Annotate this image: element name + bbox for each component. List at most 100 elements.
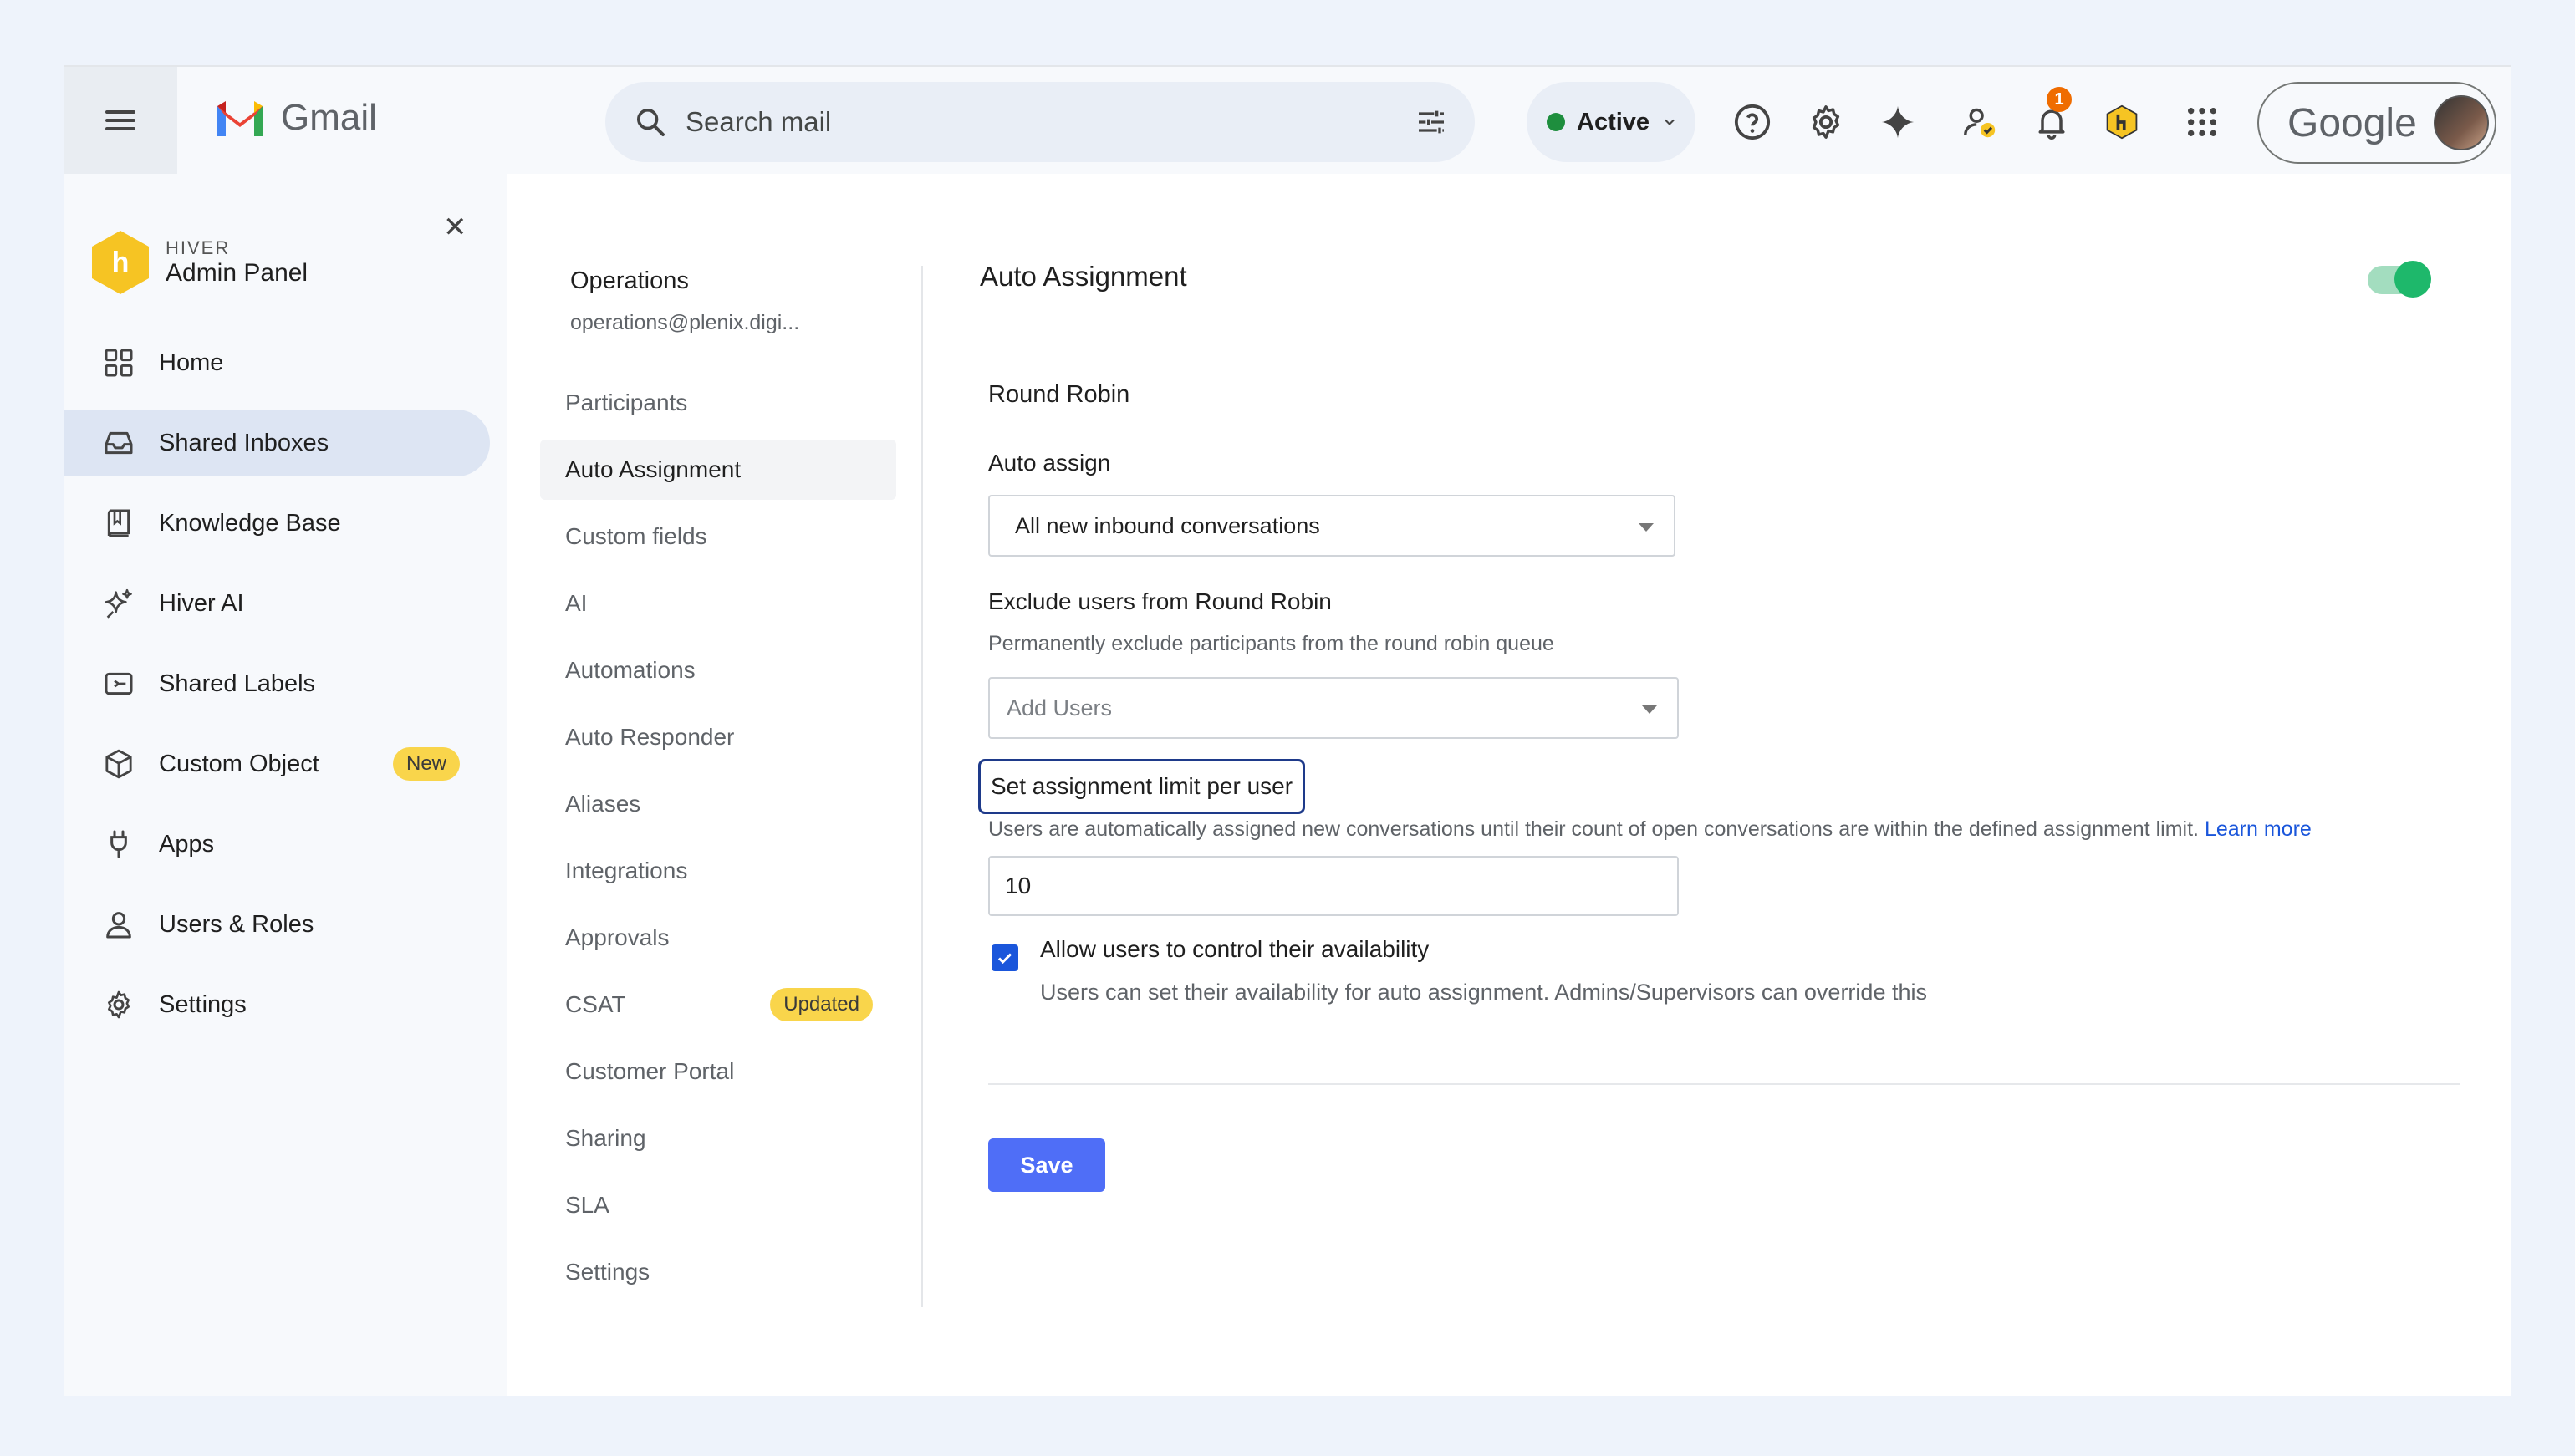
- auto-assign-select[interactable]: All new inbound conversations: [988, 495, 1675, 557]
- status-dot: [1547, 113, 1565, 131]
- page-title: Auto Assignment: [980, 261, 1187, 292]
- apps-grid-icon: [2188, 108, 2216, 136]
- assignment-limit-hint-text: Users are automatically assigned new con…: [988, 817, 2199, 841]
- admin-nav-shared-labels[interactable]: Shared Labels: [64, 650, 490, 717]
- admin-nav-apps[interactable]: Apps: [64, 811, 490, 878]
- sparkle-icon: [1881, 105, 1915, 139]
- inbox-menu-sla[interactable]: SLA: [540, 1175, 896, 1235]
- notifications-button[interactable]: 1: [2028, 87, 2075, 145]
- inbox-menu-approvals[interactable]: Approvals: [540, 908, 896, 968]
- admin-brand: h HIVER Admin Panel: [92, 231, 308, 294]
- assignment-limit-label[interactable]: Set assignment limit per user: [978, 759, 1306, 814]
- inbox-menu-ai[interactable]: AI: [540, 573, 896, 634]
- user-icon: [106, 912, 131, 939]
- admin-nav-shared-inboxes[interactable]: Shared Inboxes: [64, 410, 490, 476]
- label-icon: [105, 672, 133, 695]
- admin-nav-label: Apps: [159, 830, 215, 858]
- inbox-menu-settings[interactable]: Settings: [540, 1242, 896, 1302]
- hiver-availability-button[interactable]: [1956, 99, 2003, 145]
- inbox-menu-participants[interactable]: Participants: [540, 373, 896, 433]
- auto-assignment-settings: Auto Assignment Round Robin Auto assign …: [978, 174, 2485, 1396]
- avatar: [2433, 95, 2489, 150]
- caret-down-icon: [1642, 705, 1657, 714]
- user-check-icon: [1964, 108, 1996, 138]
- inbox-menu-integrations[interactable]: Integrations: [540, 841, 896, 901]
- hiver-logo-icon: [2106, 104, 2138, 140]
- column-divider: [921, 266, 923, 1307]
- exclude-users-hint: Permanently exclude participants from th…: [988, 632, 1554, 655]
- status-dropdown[interactable]: Active: [1527, 82, 1695, 162]
- search-input[interactable]: Search mail: [686, 106, 831, 138]
- book-icon: [107, 509, 130, 537]
- plug-icon: [110, 830, 127, 858]
- inbox-menu-auto-assignment[interactable]: Auto Assignment: [540, 440, 896, 500]
- google-account-button[interactable]: Google: [2257, 82, 2496, 164]
- chevron-down-icon: [1665, 119, 1675, 125]
- help-button[interactable]: [1729, 99, 1776, 145]
- auto-assign-label: Auto assign: [988, 450, 1111, 476]
- admin-nav-label: Shared Labels: [159, 669, 316, 697]
- assignment-method: Round Robin: [988, 381, 1130, 408]
- search-icon[interactable]: [634, 105, 667, 139]
- help-icon: [1734, 104, 1771, 140]
- save-button[interactable]: Save: [988, 1138, 1105, 1192]
- auto-assign-value: All new inbound conversations: [1015, 512, 1320, 538]
- inbox-settings-nav: Operations operations@plenix.digi... Par…: [507, 174, 916, 1396]
- exclude-users-label: Exclude users from Round Robin: [988, 588, 1332, 614]
- gemini-button[interactable]: [1874, 99, 1921, 145]
- check-icon: [997, 953, 1012, 965]
- notification-count-badge: 1: [2047, 87, 2072, 112]
- hiver-logo-icon: h: [92, 231, 149, 294]
- exclude-users-placeholder: Add Users: [1007, 695, 1113, 720]
- google-apps-button[interactable]: [2179, 99, 2226, 145]
- gmail-topbar: Gmail Search mail Active 1 Google: [64, 67, 2511, 174]
- assignment-limit-input[interactable]: 10: [988, 856, 1679, 916]
- inbox-email: operations@plenix.digi...: [570, 311, 800, 334]
- admin-nav-settings[interactable]: Settings: [64, 971, 490, 1038]
- admin-nav-knowledge-base[interactable]: Knowledge Base: [64, 490, 490, 557]
- admin-nav-custom-object[interactable]: Custom Object New: [64, 731, 490, 797]
- availability-hint: Users can set their availability for aut…: [1040, 980, 1927, 1005]
- app-window: Gmail Search mail Active 1 Google h HIVE…: [64, 65, 2511, 1396]
- gear-icon: [108, 990, 130, 1019]
- inbox-menu-aliases[interactable]: Aliases: [540, 774, 896, 834]
- admin-nav-hiver-ai[interactable]: Hiver AI: [64, 570, 490, 637]
- admin-nav-label: Users & Roles: [159, 910, 314, 938]
- search-options-icon[interactable]: [1415, 105, 1448, 139]
- cube-icon: [105, 749, 132, 779]
- inbox-name: Operations: [570, 267, 689, 294]
- inbox-menu-csat[interactable]: CSAT Updated: [540, 975, 896, 1035]
- exclude-users-select[interactable]: Add Users: [988, 677, 1679, 739]
- admin-nav-label: Shared Inboxes: [159, 429, 329, 456]
- caret-down-icon: [1639, 523, 1654, 532]
- admin-nav-home[interactable]: Home: [64, 329, 490, 396]
- inbox-menu-automations[interactable]: Automations: [540, 640, 896, 700]
- availability-label: Allow users to control their availabilit…: [1040, 936, 1430, 962]
- admin-nav-label: Home: [159, 349, 224, 376]
- admin-nav-label: Knowledge Base: [159, 509, 341, 537]
- search-bar[interactable]: Search mail: [605, 82, 1475, 162]
- learn-more-link[interactable]: Learn more: [2205, 817, 2312, 841]
- grid-icon: [105, 349, 133, 377]
- hiver-button[interactable]: [2098, 99, 2145, 145]
- gmail-logo[interactable]: Gmail: [214, 97, 377, 139]
- inbox-menu-sharing[interactable]: Sharing: [540, 1108, 896, 1168]
- main-menu-button[interactable]: [64, 67, 177, 174]
- inbox-menu-auto-responder[interactable]: Auto Responder: [540, 707, 896, 767]
- gear-icon: [1812, 105, 1840, 139]
- inbox-icon: [105, 431, 133, 455]
- admin-nav-label: Custom Object: [159, 750, 319, 777]
- updated-badge: Updated: [770, 988, 873, 1021]
- settings-button[interactable]: [1802, 99, 1849, 145]
- google-wordmark: Google: [2287, 100, 2417, 145]
- inbox-menu-customer-portal[interactable]: Customer Portal: [540, 1041, 896, 1102]
- close-icon[interactable]: ✕: [443, 211, 467, 244]
- admin-nav-label: Hiver AI: [159, 589, 244, 617]
- inbox-menu: Participants Auto Assignment Custom fiel…: [540, 373, 896, 1309]
- inbox-menu-custom-fields[interactable]: Custom fields: [540, 507, 896, 567]
- auto-assignment-toggle[interactable]: [2368, 261, 2431, 298]
- sparkle-icon: [105, 588, 132, 619]
- admin-nav-users-roles[interactable]: Users & Roles: [64, 891, 490, 958]
- assignment-limit-hint: Users are automatically assigned new con…: [988, 817, 2312, 842]
- availability-checkbox[interactable]: [992, 944, 1018, 971]
